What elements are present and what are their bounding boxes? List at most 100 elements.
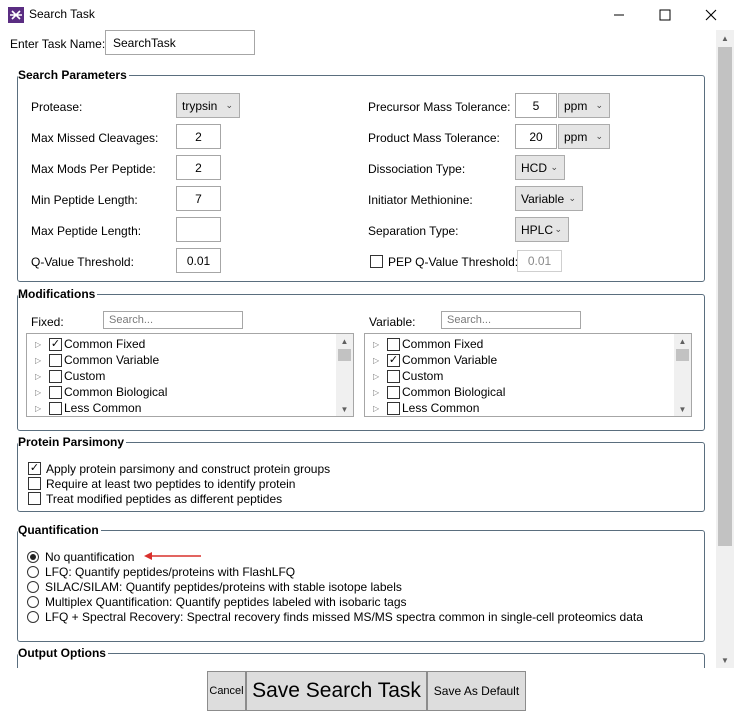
minimize-button[interactable] xyxy=(596,0,642,30)
chevron-down-icon: ⌄ xyxy=(225,100,233,110)
expander-icon[interactable]: ▷ xyxy=(373,404,385,413)
radio-button[interactable] xyxy=(27,565,39,578)
fixed-tree-item[interactable]: ▷ Common Variable xyxy=(27,352,159,368)
chevron-down-icon: ⌄ xyxy=(595,100,603,110)
fixed-tree-scrollbar[interactable]: ▲ ▼ xyxy=(336,334,353,416)
radio-button[interactable] xyxy=(27,580,39,593)
max-mods-per-peptide-input[interactable]: 2 xyxy=(176,155,221,180)
maximize-button[interactable] xyxy=(642,0,688,30)
fixed-tree-item[interactable]: ▷ Custom xyxy=(27,368,105,384)
protease-select[interactable]: trypsin ⌄ xyxy=(176,93,240,118)
scrollbar-thumb[interactable] xyxy=(338,349,351,361)
expander-icon[interactable]: ▷ xyxy=(373,356,385,365)
cancel-button[interactable]: Cancel xyxy=(207,671,246,711)
expander-icon[interactable]: ▷ xyxy=(35,340,47,349)
min-peptide-length-input[interactable]: 7 xyxy=(176,186,221,211)
expander-icon[interactable]: ▷ xyxy=(35,404,47,413)
precursor-mass-tolerance-input[interactable]: 5 xyxy=(515,93,557,118)
checkbox-box[interactable] xyxy=(370,255,383,268)
parsimony-option-checkbox[interactable]: Treat modified peptides as different pep… xyxy=(28,491,282,506)
variable-tree-scrollbar[interactable]: ▲ ▼ xyxy=(674,334,691,416)
scroll-up-icon[interactable]: ▲ xyxy=(716,30,734,46)
variable-tree-item[interactable]: ▷ Less Common xyxy=(365,400,479,416)
fixed-mods-search-input[interactable]: Search... xyxy=(103,311,243,329)
precursor-unit-value: ppm xyxy=(564,98,588,113)
task-name-input[interactable]: SearchTask xyxy=(105,30,255,55)
dissociation-type-select[interactable]: HCD ⌄ xyxy=(515,155,565,180)
max-missed-cleavages-input[interactable]: 2 xyxy=(176,124,221,149)
maximize-icon xyxy=(659,9,671,21)
quantification-option-label: SILAC/SILAM: Quantify peptides/proteins … xyxy=(45,579,402,594)
expander-icon[interactable]: ▷ xyxy=(35,388,47,397)
quantification-option-radio[interactable]: Multiplex Quantification: Quantify pepti… xyxy=(27,594,407,609)
parsimony-option-checkbox[interactable]: ✓ Apply protein parsimony and construct p… xyxy=(28,461,330,476)
parsimony-option-checkbox[interactable]: Require at least two peptides to identif… xyxy=(28,476,295,491)
product-mass-tolerance-input[interactable]: 20 xyxy=(515,124,557,149)
separation-type-select[interactable]: HPLC ⌄ xyxy=(515,217,569,242)
variable-mods-tree[interactable]: ▷ Common Fixed ▷ ✓ Common Variable ▷ Custom ▷ Co… xyxy=(364,333,692,417)
product-unit-select[interactable]: ppm ⌄ xyxy=(558,124,610,149)
expander-icon[interactable]: ▷ xyxy=(35,372,47,381)
variable-tree-item[interactable]: ▷ Common Biological xyxy=(365,384,505,400)
window-scrollbar[interactable]: ▲ ▼ xyxy=(716,30,734,668)
expander-icon[interactable]: ▷ xyxy=(373,388,385,397)
quantification-option-label: LFQ + Spectral Recovery: Spectral recove… xyxy=(45,609,643,624)
modifications-title: Modifications xyxy=(18,287,98,301)
close-button[interactable] xyxy=(688,0,734,30)
scrollbar-thumb[interactable] xyxy=(718,47,732,546)
checkbox-box[interactable] xyxy=(387,369,400,383)
fixed-tree-item[interactable]: ▷ ✓ Common Fixed xyxy=(27,336,145,352)
minimize-icon xyxy=(614,14,624,16)
search-parameters-title: Search Parameters xyxy=(18,68,129,82)
expander-icon[interactable]: ▷ xyxy=(35,356,47,365)
radio-button[interactable] xyxy=(27,550,39,563)
initiator-methionine-select[interactable]: Variable ⌄ xyxy=(515,186,583,211)
variable-mods-search-input[interactable]: Search... xyxy=(441,311,581,329)
variable-tree-item[interactable]: ▷ ✓ Common Variable xyxy=(365,352,497,368)
save-search-task-button[interactable]: Save Search Task xyxy=(246,671,427,711)
max-peptide-length-input[interactable] xyxy=(176,217,221,242)
checkbox-box[interactable] xyxy=(387,385,400,399)
parsimony-option-label: Apply protein parsimony and construct pr… xyxy=(46,461,331,476)
checkbox-box[interactable]: ✓ xyxy=(49,337,62,351)
scroll-down-icon[interactable]: ▼ xyxy=(674,402,691,416)
radio-button[interactable] xyxy=(27,595,39,608)
fixed-mods-tree[interactable]: ▷ ✓ Common Fixed ▷ Common Variable ▷ Custom ▷ Co… xyxy=(26,333,354,417)
radio-button[interactable] xyxy=(27,610,39,623)
expander-icon[interactable]: ▷ xyxy=(373,340,385,349)
chevron-down-icon: ⌄ xyxy=(550,162,558,172)
variable-tree-item[interactable]: ▷ Custom xyxy=(365,368,443,384)
fixed-tree-item[interactable]: ▷ Common Biological xyxy=(27,384,167,400)
fixed-tree-item[interactable]: ▷ Less Common xyxy=(27,400,141,416)
quantification-option-radio[interactable]: SILAC/SILAM: Quantify peptides/proteins … xyxy=(27,579,402,594)
checkbox-box[interactable] xyxy=(49,353,62,367)
pep-q-value-checkbox[interactable]: PEP Q-Value Threshold: xyxy=(370,254,518,269)
q-value-threshold-label: Q-Value Threshold: xyxy=(31,255,134,269)
precursor-mass-tolerance-label: Precursor Mass Tolerance: xyxy=(368,100,511,114)
quantification-option-radio[interactable]: LFQ + Spectral Recovery: Spectral recove… xyxy=(27,609,643,624)
checkbox-box[interactable]: ✓ xyxy=(387,353,400,367)
scroll-up-icon[interactable]: ▲ xyxy=(336,334,353,348)
precursor-unit-select[interactable]: ppm ⌄ xyxy=(558,93,610,118)
quantification-option-radio[interactable]: LFQ: Quantify peptides/proteins with Fla… xyxy=(27,564,295,579)
scroll-down-icon[interactable]: ▼ xyxy=(716,652,734,668)
quantification-option-radio[interactable]: No quantification xyxy=(27,549,134,564)
checkbox-box[interactable] xyxy=(28,492,41,505)
pep-q-value-input[interactable]: 0.01 xyxy=(517,250,562,272)
checkbox-box[interactable] xyxy=(28,477,41,490)
checkbox-box[interactable]: ✓ xyxy=(28,462,41,475)
checkbox-box[interactable] xyxy=(387,401,400,415)
checkbox-box[interactable] xyxy=(387,337,400,351)
scrollbar-thumb[interactable] xyxy=(676,349,689,361)
expander-icon[interactable]: ▷ xyxy=(373,372,385,381)
variable-tree-item[interactable]: ▷ Common Fixed xyxy=(365,336,483,352)
scroll-down-icon[interactable]: ▼ xyxy=(336,402,353,416)
checkbox-box[interactable] xyxy=(49,385,62,399)
checkbox-box[interactable] xyxy=(49,369,62,383)
checkbox-box[interactable] xyxy=(49,401,62,415)
scroll-up-icon[interactable]: ▲ xyxy=(674,334,691,348)
annotation-arrow-icon xyxy=(144,552,201,560)
tree-item-label: Less Common xyxy=(402,401,480,415)
save-as-default-button[interactable]: Save As Default xyxy=(427,671,526,711)
q-value-threshold-input[interactable]: 0.01 xyxy=(176,248,221,273)
